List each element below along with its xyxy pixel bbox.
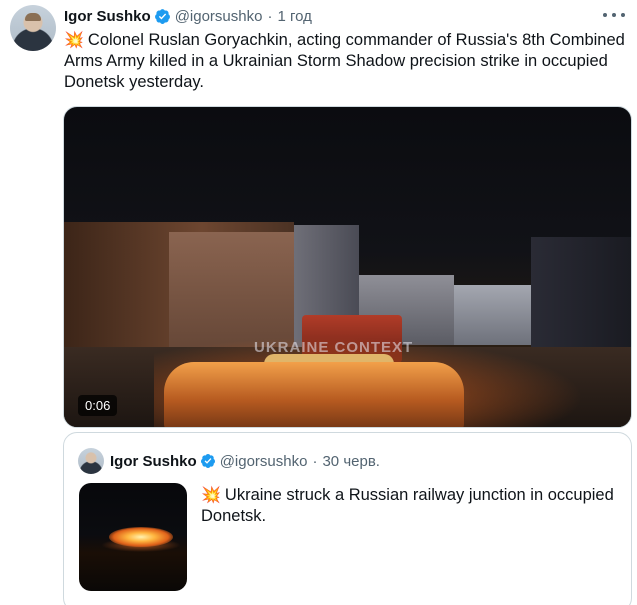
quoted-tweet-header: Igor Sushko @igorsushko · 30 черв. xyxy=(110,450,380,472)
separator-dot: · xyxy=(267,7,273,25)
separator-dot: · xyxy=(312,452,318,470)
more-dots-icon[interactable] xyxy=(603,8,625,22)
quoted-avatar[interactable] xyxy=(78,448,104,474)
verified-badge-icon xyxy=(200,454,215,468)
quoted-timestamp[interactable]: 30 черв. xyxy=(322,453,380,470)
video-scene-car xyxy=(164,362,464,427)
quoted-author-name[interactable]: Igor Sushko xyxy=(110,453,197,470)
quoted-tweet-text: 💥 Ukraine struck a Russian railway juncti… xyxy=(201,485,616,527)
tweet[interactable]: Igor Sushko @igorsushko · 1 год 💥 Colonel… xyxy=(0,0,637,605)
author-handle[interactable]: @igorsushko xyxy=(175,8,263,25)
collision-emoji-icon: 💥 xyxy=(64,32,84,49)
tweet-text: 💥 Colonel Ruslan Goryachkin, acting comma… xyxy=(64,30,629,93)
quoted-tweet[interactable]: Igor Sushko @igorsushko · 30 черв. 💥 Ukra… xyxy=(63,432,632,605)
video-watermark: UKRAINE CONTEXT xyxy=(254,339,414,356)
quoted-media-thumbnail[interactable] xyxy=(79,483,187,591)
quoted-tweet-body: Ukraine struck a Russian railway junctio… xyxy=(201,486,614,525)
tweet-header: Igor Sushko @igorsushko · 1 год xyxy=(64,5,312,27)
collision-emoji-icon: 💥 xyxy=(201,487,221,504)
video-scene-building xyxy=(454,285,534,345)
verified-badge-icon xyxy=(154,8,170,24)
author-name[interactable]: Igor Sushko xyxy=(64,8,151,25)
timestamp[interactable]: 1 год xyxy=(277,8,311,25)
thumbnail-fire xyxy=(109,527,173,547)
video-player[interactable]: UKRAINE CONTEXT 0:06 xyxy=(63,106,632,428)
tweet-body: Colonel Ruslan Goryachkin, acting comman… xyxy=(64,31,625,91)
avatar[interactable] xyxy=(10,5,56,51)
video-duration-badge: 0:06 xyxy=(78,395,118,416)
quoted-author-handle[interactable]: @igorsushko xyxy=(220,453,308,470)
